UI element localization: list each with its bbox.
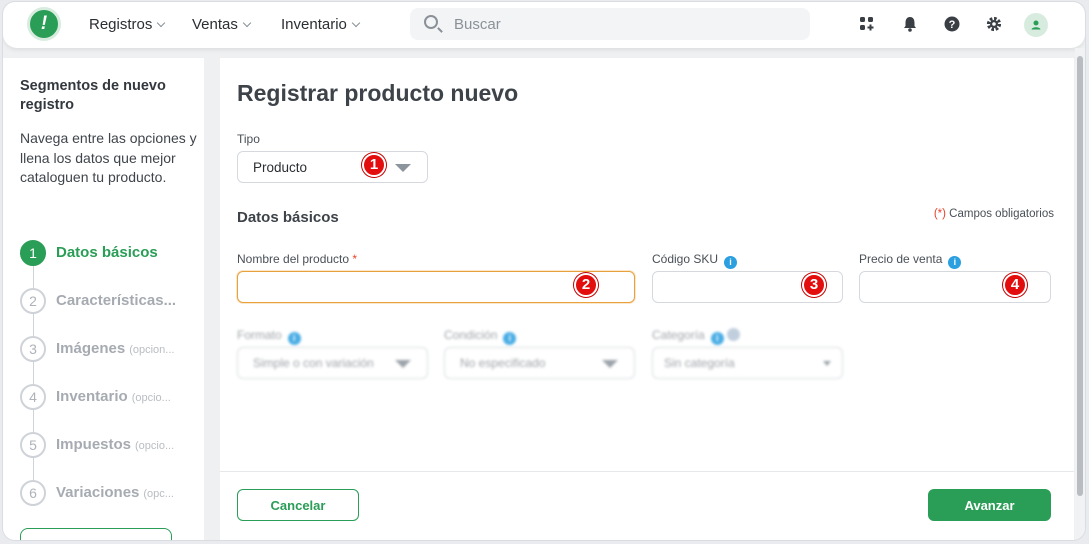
- step-number: 1: [20, 240, 46, 266]
- step-label: Impuestos (opcio...: [56, 436, 174, 453]
- settings-icon: [726, 328, 740, 341]
- info-icon[interactable]: i: [724, 256, 738, 269]
- formato-select-value: Simple o con variación: [253, 356, 374, 370]
- step-number: 5: [20, 432, 46, 458]
- gear-icon[interactable]: [985, 15, 1003, 33]
- tipo-label: Tipo: [237, 132, 260, 146]
- nav-inventario-label: Inventario: [281, 16, 347, 33]
- sku-label-text: Código SKU: [652, 252, 719, 266]
- categoria-select[interactable]: Sin categoría: [652, 347, 843, 379]
- annotation-marker-4: 4: [1003, 273, 1027, 297]
- tipo-select[interactable]: Producto: [237, 151, 428, 183]
- caret-down-icon: [395, 360, 411, 368]
- footer-divider: [220, 471, 1074, 472]
- step-number: 4: [20, 384, 46, 410]
- step-datos-basicos[interactable]: 1 Datos básicos: [20, 240, 200, 266]
- svg-text:?: ?: [949, 19, 956, 31]
- info-icon: i: [710, 332, 724, 345]
- help-icon[interactable]: ?: [943, 15, 961, 33]
- step-optional-tag: (opcion...: [129, 344, 175, 356]
- categoria-label: Categoría i: [652, 328, 740, 345]
- step-impuestos[interactable]: 5 Impuestos (opcio...: [20, 432, 200, 458]
- step-label-text: Inventario: [56, 388, 128, 405]
- condicion-label: Condición i: [444, 328, 517, 345]
- user-avatar-icon[interactable]: [1024, 13, 1048, 37]
- step-number: 3: [20, 336, 46, 362]
- chevron-down-icon: [157, 18, 166, 28]
- condicion-select-value: No especificado: [460, 356, 546, 370]
- condicion-label-text: Condición: [444, 328, 498, 342]
- formato-select[interactable]: Simple o con variación: [237, 347, 428, 379]
- caret-down-icon: [823, 361, 831, 366]
- scrollbar-thumb[interactable]: [1077, 56, 1083, 496]
- app-window: ! Registros Ventas Inventario ?: [3, 2, 1085, 540]
- step-label: Variaciones (opc...: [56, 484, 174, 501]
- nav-registros[interactable]: Registros: [89, 16, 166, 33]
- step-caracteristicas[interactable]: 2 Características...: [20, 288, 200, 314]
- nombre-label: Nombre del producto *: [237, 252, 357, 266]
- info-icon: i: [503, 332, 517, 345]
- bell-icon[interactable]: [901, 15, 919, 33]
- step-optional-tag: (opcio...: [131, 392, 171, 404]
- step-label-text: Imágenes: [56, 340, 126, 357]
- step-inventario[interactable]: 4 Inventario (opcio...: [20, 384, 200, 410]
- step-label: Imágenes (opcion...: [56, 340, 174, 357]
- caret-down-icon: [602, 360, 618, 368]
- required-marker: (*): [933, 208, 946, 220]
- cancel-button[interactable]: Cancelar: [237, 489, 359, 521]
- nav-ventas[interactable]: Ventas: [192, 16, 252, 33]
- sidebar-title: Segmentos de nuevo registro: [20, 78, 166, 113]
- section-title-datos-basicos: Datos básicos: [237, 209, 339, 226]
- info-icon[interactable]: i: [948, 256, 962, 269]
- nav-ventas-label: Ventas: [192, 16, 238, 33]
- top-navigation-bar: ! Registros Ventas Inventario ?: [3, 2, 1085, 48]
- annotation-marker-1: 1: [362, 153, 386, 177]
- condicion-select[interactable]: No especificado: [444, 347, 635, 379]
- categoria-select-value: Sin categoría: [664, 356, 735, 370]
- step-label-text: Impuestos: [56, 436, 132, 453]
- sidebar-bottom-button[interactable]: [20, 528, 172, 540]
- search-input[interactable]: [454, 8, 794, 40]
- step-variaciones[interactable]: 6 Variaciones (opc...: [20, 480, 200, 506]
- step-optional-tag: (opc...: [143, 488, 174, 500]
- step-number: 2: [20, 288, 46, 314]
- page-title: Registrar producto nuevo: [237, 80, 519, 106]
- user-icon: [1031, 20, 1041, 30]
- step-label: Datos básicos: [56, 244, 158, 261]
- chevron-down-icon: [351, 18, 361, 28]
- annotation-marker-2: 2: [574, 273, 598, 297]
- required-note-text: Campos obligatorios: [945, 208, 1054, 220]
- next-button[interactable]: Avanzar: [928, 489, 1051, 521]
- annotation-marker-3: 3: [802, 273, 826, 297]
- nav-inventario[interactable]: Inventario: [281, 16, 361, 33]
- step-label-text: Variaciones: [56, 484, 140, 501]
- chevron-down-icon: [242, 18, 252, 28]
- caret-down-icon: [395, 164, 411, 172]
- required-fields-note: (*) Campos obligatorios: [934, 208, 1054, 220]
- vertical-scrollbar[interactable]: [1075, 48, 1085, 540]
- step-label: Características...: [56, 292, 177, 309]
- apps-icon[interactable]: [858, 15, 876, 33]
- categoria-label-text: Categoría: [652, 328, 705, 342]
- step-optional-tag: (opcio...: [135, 440, 175, 452]
- info-icon: i: [287, 332, 301, 345]
- search-icon: [424, 15, 438, 29]
- precio-label: Precio de venta i: [859, 252, 962, 269]
- tipo-select-value: Producto: [253, 160, 308, 175]
- step-label: Inventario (opcio...: [56, 388, 171, 405]
- required-asterisk: *: [352, 252, 358, 266]
- steps-sidebar: Segmentos de nuevo registro Navega entre…: [3, 58, 204, 540]
- formato-label-text: Formato: [237, 328, 282, 342]
- app-logo[interactable]: !: [27, 7, 61, 41]
- precio-label-text: Precio de venta: [859, 252, 943, 266]
- nav-registros-label: Registros: [89, 16, 153, 33]
- sidebar-description: Navega entre las opciones y llena los da…: [20, 130, 197, 185]
- nombre-label-text: Nombre del producto: [237, 252, 350, 266]
- step-imagenes[interactable]: 3 Imágenes (opcion...: [20, 336, 200, 362]
- formato-label: Formato i: [237, 328, 301, 345]
- search-bar[interactable]: [410, 8, 810, 40]
- sku-label: Código SKU i: [652, 252, 738, 269]
- step-number: 6: [20, 480, 46, 506]
- main-form-panel: Registrar producto nuevo Tipo Producto 1…: [220, 58, 1074, 540]
